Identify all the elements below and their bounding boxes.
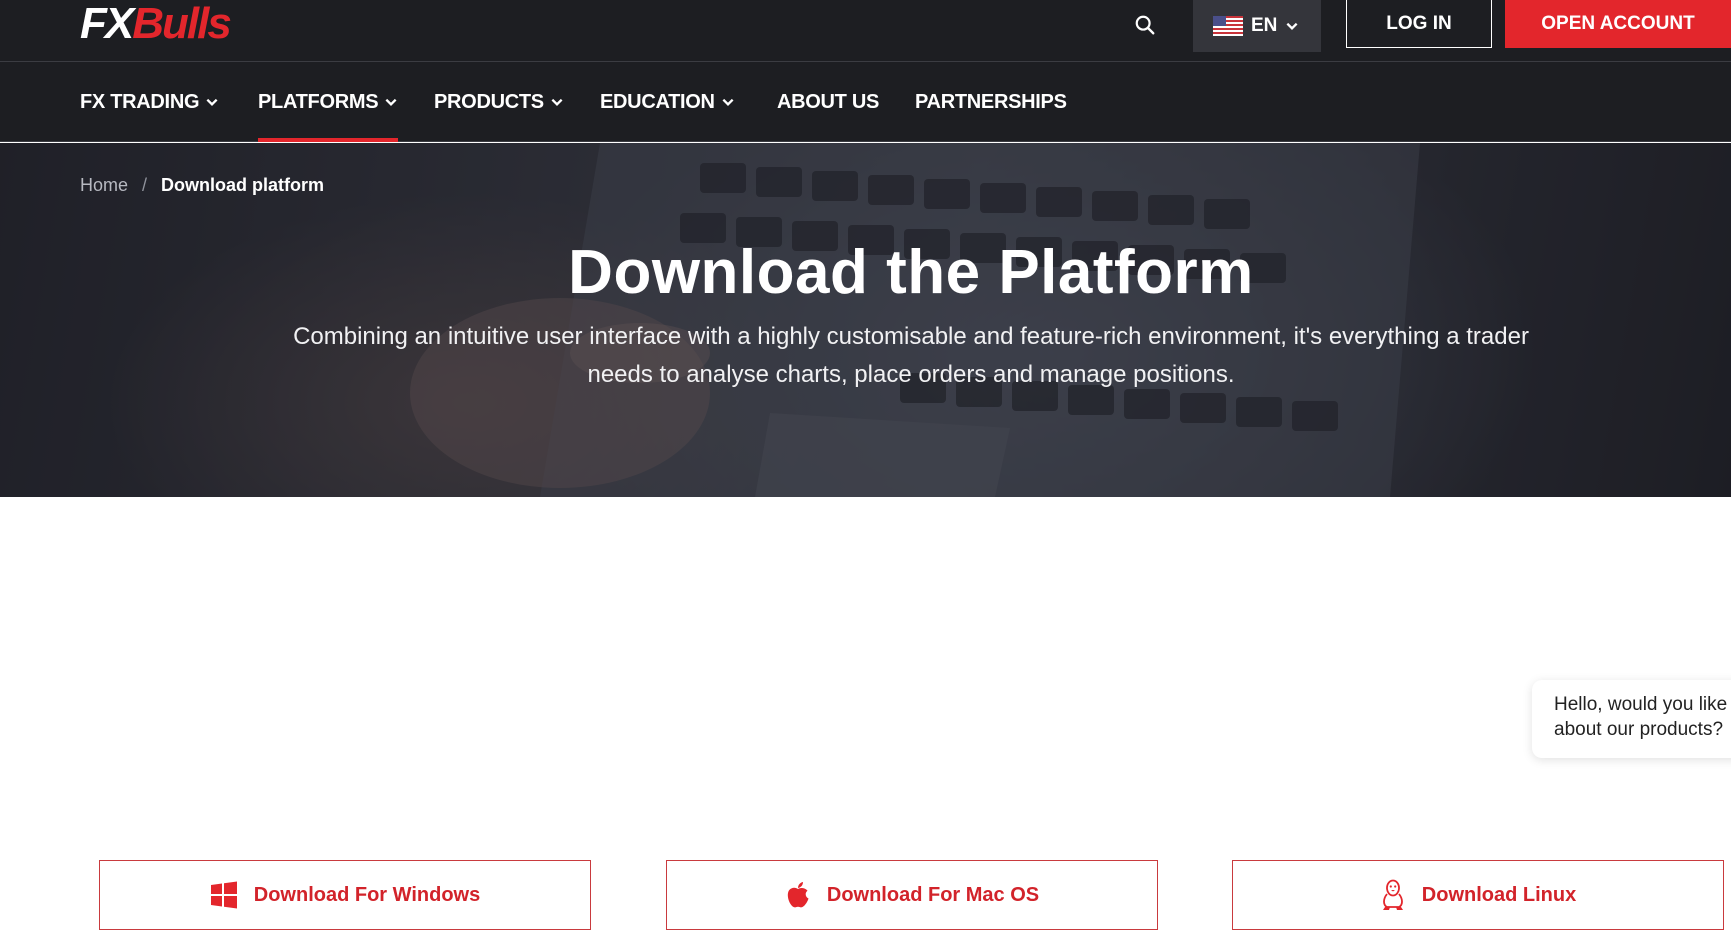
open-account-button[interactable]: OPEN ACCOUNT (1505, 0, 1731, 48)
breadcrumb-separator: / (142, 175, 148, 195)
language-selector[interactable]: EN (1193, 0, 1321, 52)
breadcrumb: Home / Download platform (80, 175, 324, 196)
nav-item-products[interactable]: PRODUCTS (434, 62, 564, 142)
download-windows-label: Download For Windows (253, 883, 481, 906)
nav-label: PLATFORMS (258, 90, 379, 113)
logo-fx-text: FX (80, 0, 134, 48)
chat-line-1: Hello, would you like (1554, 694, 1728, 715)
nav-label: PARTNERSHIPS (915, 90, 1067, 113)
nav-item-fx-trading[interactable]: FX TRADING (80, 62, 219, 142)
breadcrumb-home-link[interactable]: Home (80, 175, 128, 196)
download-linux-label: Download Linux (1421, 883, 1577, 906)
linux-icon (1380, 879, 1406, 911)
apple-icon (785, 881, 811, 909)
logo-bulls-text: Bulls (132, 0, 232, 48)
breadcrumb-current: Download platform (161, 175, 325, 195)
subtitle-line-2: needs to analyse charts, place orders an… (587, 361, 1235, 388)
language-code: EN (1251, 15, 1278, 36)
download-windows-button[interactable]: Download For Windows (99, 860, 591, 930)
subtitle-line-1: Combining an intuitive user interface wi… (293, 323, 1529, 350)
search-icon (1135, 15, 1155, 35)
hero-banner: Home / Download platform Download the Pl… (0, 143, 1731, 497)
page-title: Download the Platform (568, 238, 1254, 307)
download-mac-button[interactable]: Download For Mac OS (666, 860, 1158, 930)
nav-item-education[interactable]: EDUCATION (600, 62, 735, 142)
login-button[interactable]: LOG IN (1346, 0, 1492, 48)
fxbulls-logo[interactable]: FX Bulls (80, 0, 232, 48)
download-mac-label: Download For Mac OS (826, 883, 1040, 906)
chevron-down-icon (722, 98, 734, 106)
chevron-down-icon (1286, 22, 1298, 30)
chat-line-2: about our products? (1554, 719, 1724, 740)
nav-item-platforms[interactable]: PLATFORMS (258, 62, 399, 142)
chevron-down-icon (385, 98, 397, 106)
nav-label: FX TRADING (80, 90, 200, 113)
main-nav: FX TRADING PLATFORMS PRODUCTS EDUCATION … (0, 62, 1731, 142)
nav-label: PRODUCTS (434, 90, 544, 113)
chat-prompt-bubble[interactable]: Hello, would you like about our products… (1532, 680, 1731, 758)
top-bar: FX Bulls EN LOG IN OPEN ACCOUNT (0, 0, 1731, 62)
search-button[interactable] (1130, 10, 1160, 40)
windows-icon (210, 881, 238, 909)
chevron-down-icon (206, 98, 218, 106)
page-subtitle: Combining an intuitive user interface wi… (230, 318, 1592, 394)
chevron-down-icon (551, 98, 563, 106)
us-flag-icon (1213, 16, 1243, 36)
nav-item-about-us[interactable]: ABOUT US (777, 62, 879, 142)
nav-label: ABOUT US (777, 90, 880, 113)
nav-item-partnerships[interactable]: PARTNERSHIPS (915, 62, 1067, 142)
nav-label: EDUCATION (600, 90, 715, 113)
download-linux-button[interactable]: Download Linux (1232, 860, 1724, 930)
